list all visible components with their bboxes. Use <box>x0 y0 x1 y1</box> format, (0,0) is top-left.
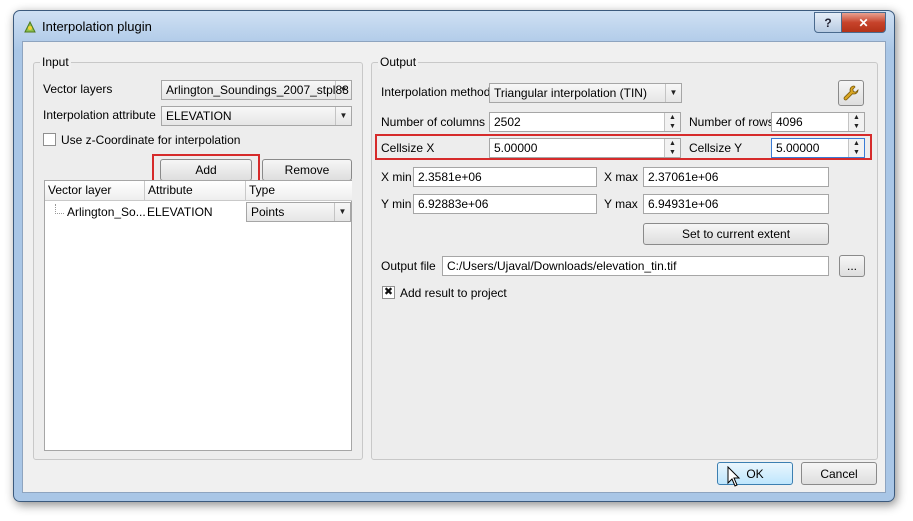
method-label: Interpolation method <box>381 85 491 99</box>
columns-value: 2502 <box>494 115 521 129</box>
columns-label: Number of columns <box>381 115 486 129</box>
tree-branch-line <box>55 204 64 214</box>
settings-button[interactable] <box>838 80 864 106</box>
dialog-window: Interpolation plugin ? ✕ Input Vector la… <box>13 10 895 502</box>
remove-button[interactable]: Remove <box>262 159 352 181</box>
mouse-pointer-icon <box>727 466 741 487</box>
interp-attr-combo[interactable]: ELEVATION ▼ <box>161 106 352 126</box>
rows-spinbox[interactable]: 4096 ▲ ▼ <box>771 112 865 132</box>
xmin-label: X min <box>381 170 412 184</box>
cellsize-x-spinbox[interactable]: 5.00000 ▲ ▼ <box>489 138 681 158</box>
interp-attr-label: Interpolation attribute <box>43 108 156 122</box>
input-group-title: Input <box>40 55 71 69</box>
table-row[interactable]: Arlington_So... ELEVATION Points ▼ <box>45 202 351 222</box>
window-title: Interpolation plugin <box>42 19 152 34</box>
cellsize-x-value: 5.00000 <box>494 141 538 155</box>
ymax-label: Y max <box>604 197 638 211</box>
wrench-icon <box>843 85 859 101</box>
use-z-checkbox[interactable] <box>43 133 56 146</box>
spin-down-icon[interactable]: ▼ <box>664 122 680 131</box>
input-group: Input Vector layers Arlington_Soundings_… <box>33 55 363 460</box>
close-button[interactable]: ✕ <box>841 12 886 33</box>
cellsize-y-value: 5.00000 <box>776 141 820 155</box>
title-bar: Interpolation plugin ? ✕ <box>14 11 894 41</box>
row-type-combo[interactable]: Points ▼ <box>246 202 351 222</box>
cellsize-x-label: Cellsize X <box>381 141 435 155</box>
method-combo[interactable]: Triangular interpolation (TIN) ▼ <box>489 83 682 103</box>
spin-down-icon[interactable]: ▼ <box>848 122 864 131</box>
column-header-type[interactable]: Type <box>246 181 352 201</box>
set-current-extent-button[interactable]: Set to current extent <box>643 223 829 245</box>
output-file-field[interactable]: C:/Users/Ujaval/Downloads/elevation_tin.… <box>442 256 829 276</box>
column-header-vector-layer[interactable]: Vector layer <box>45 181 145 201</box>
vector-layers-label: Vector layers <box>43 82 113 96</box>
chevron-down-icon: ▼ <box>665 84 681 102</box>
column-header-attribute[interactable]: Attribute <box>145 181 246 201</box>
add-button[interactable]: Add <box>160 159 252 181</box>
dialog-body: Input Vector layers Arlington_Soundings_… <box>22 41 886 493</box>
columns-spinbox[interactable]: 2502 ▲ ▼ <box>489 112 681 132</box>
chevron-down-icon: ▼ <box>334 203 350 221</box>
vector-layers-value: Arlington_Soundings_2007_stpl83 <box>166 83 349 97</box>
cellsize-y-label: Cellsize Y <box>689 141 743 155</box>
chevron-down-icon: ▼ <box>335 107 351 125</box>
interp-attr-value: ELEVATION <box>166 109 232 123</box>
output-group-title: Output <box>378 55 419 69</box>
rows-value: 4096 <box>776 115 803 129</box>
vector-layers-combo[interactable]: Arlington_Soundings_2007_stpl83 ▼ <box>161 80 352 100</box>
browse-button[interactable]: ... <box>839 255 865 277</box>
xmin-field[interactable]: 2.3581e+06 <box>413 167 597 187</box>
ymin-label: Y min <box>381 197 412 211</box>
row-layer-cell: Arlington_So... <box>67 205 146 219</box>
add-result-checkbox[interactable]: ✖ <box>382 286 395 299</box>
row-type-value: Points <box>251 205 285 219</box>
help-button[interactable]: ? <box>814 12 842 33</box>
ymax-field[interactable]: 6.94931e+06 <box>643 194 829 214</box>
spin-down-icon[interactable]: ▼ <box>664 148 680 157</box>
ymin-field[interactable]: 6.92883e+06 <box>413 194 597 214</box>
spin-down-icon[interactable]: ▼ <box>848 148 864 157</box>
check-mark-icon: ✖ <box>383 286 394 298</box>
cancel-button[interactable]: Cancel <box>801 462 877 485</box>
rows-label: Number of rows <box>689 115 774 129</box>
xmax-field[interactable]: 2.37061e+06 <box>643 167 829 187</box>
xmax-label: X max <box>604 170 639 184</box>
cellsize-y-spinbox[interactable]: 5.00000 ▲ ▼ <box>771 138 865 158</box>
method-value: Triangular interpolation (TIN) <box>494 86 647 100</box>
chevron-down-icon: ▼ <box>335 81 351 99</box>
row-attribute-cell: ELEVATION <box>147 205 213 219</box>
add-result-label: Add result to project <box>400 286 507 300</box>
output-file-label: Output file <box>381 259 436 273</box>
use-z-label: Use z-Coordinate for interpolation <box>61 133 241 147</box>
layers-table[interactable]: Vector layer Attribute Type Arlington_So… <box>44 180 352 451</box>
qgis-plugin-icon <box>24 20 36 33</box>
output-group: Output Interpolation method Triangular i… <box>371 55 878 460</box>
